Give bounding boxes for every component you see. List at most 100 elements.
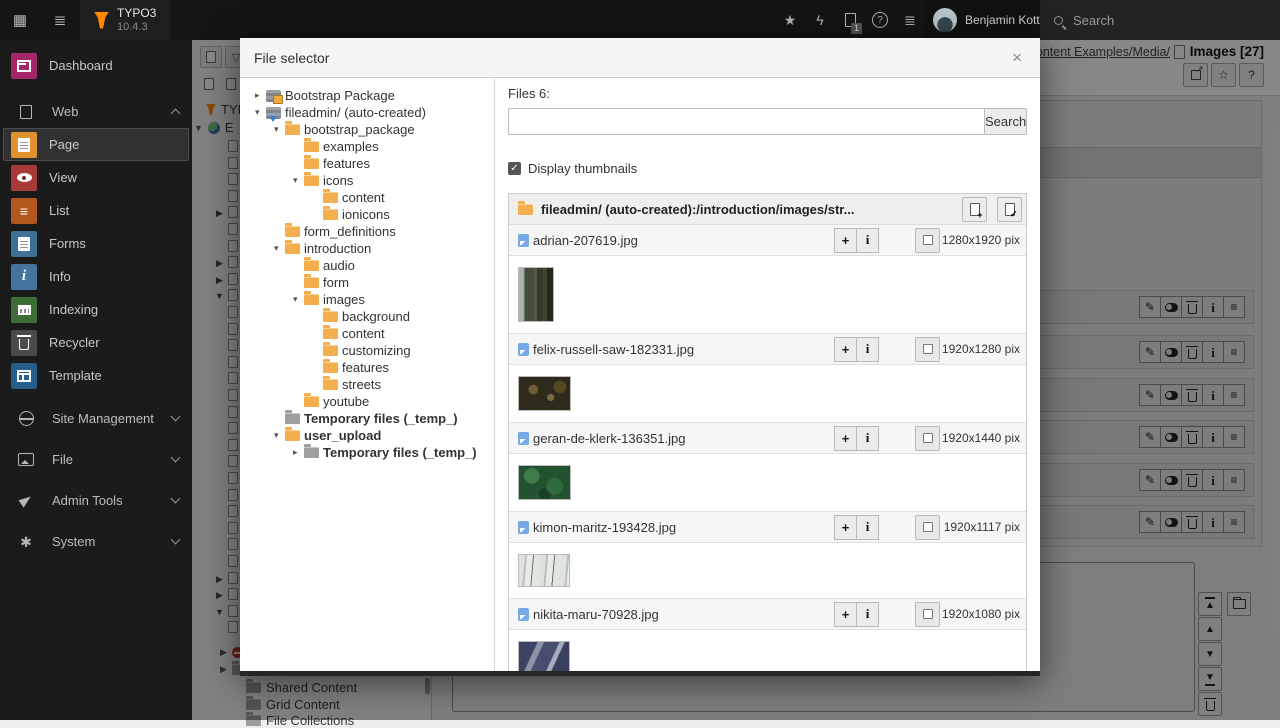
display-thumbnails-checkbox[interactable]: ✓: [508, 162, 521, 175]
add-file-button[interactable]: +: [834, 336, 857, 362]
file-name[interactable]: geran-de-klerk-136351.jpg: [533, 431, 835, 446]
close-button[interactable]: ×: [1008, 47, 1026, 68]
file-info-button[interactable]: i: [856, 514, 879, 540]
tree-item[interactable]: ▾ images: [255, 291, 490, 308]
file-thumbnail[interactable]: [518, 641, 570, 671]
file-name[interactable]: adrian-207619.jpg: [533, 233, 835, 248]
tree-item-label: examples: [323, 139, 379, 154]
caret-down-icon[interactable]: ▾: [293, 294, 304, 305]
caret-down-icon[interactable]: ▾: [274, 243, 285, 254]
file-thumbnail[interactable]: [518, 554, 570, 587]
file-thumbnail[interactable]: [518, 267, 554, 322]
sidebar-item-info[interactable]: i Info: [3, 260, 189, 293]
file-select-checkbox[interactable]: [915, 601, 940, 627]
sidebar-item-forms[interactable]: Forms: [3, 227, 189, 260]
tree-item[interactable]: ▾ introduction: [255, 240, 490, 257]
caret-down-icon[interactable]: ▾: [255, 107, 266, 118]
tree-item[interactable]: ▾ user_upload: [255, 427, 490, 444]
tree-item[interactable]: form_definitions: [255, 223, 490, 240]
file-select-checkbox[interactable]: [915, 336, 940, 362]
sidebar-item-recycler[interactable]: Recycler: [3, 326, 189, 359]
caret-down-icon[interactable]: ▾: [274, 430, 285, 441]
file-select-checkbox[interactable]: [915, 227, 940, 253]
tree-item[interactable]: ▾ icons: [255, 172, 490, 189]
sidebar-item-page[interactable]: Page: [3, 128, 189, 161]
tree-item[interactable]: form: [255, 274, 490, 291]
sidebar-section-file[interactable]: File: [0, 443, 192, 476]
checkbox-icon: [922, 609, 933, 619]
user-menu[interactable]: Benjamin Kott: [925, 0, 1040, 40]
tree-item[interactable]: examples: [255, 138, 490, 155]
file-info-button[interactable]: i: [856, 425, 879, 451]
sidebar-item-template[interactable]: Template: [3, 359, 189, 392]
file-thumbnail[interactable]: [518, 376, 571, 411]
image-icon: [13, 453, 39, 466]
sidebar-section-site-management[interactable]: Site Management: [0, 402, 192, 435]
search-button[interactable]: Search: [985, 108, 1027, 135]
file-info-button[interactable]: i: [856, 227, 879, 253]
folder-icon: [323, 359, 338, 373]
add-file-button[interactable]: +: [834, 601, 857, 627]
folder-icon: [304, 444, 319, 458]
bookmark-button[interactable]: ★: [775, 0, 805, 40]
sidebar-item-label: Info: [49, 269, 71, 284]
sidebar-section-admin-tools[interactable]: Admin Tools: [0, 484, 192, 517]
file-info-button[interactable]: i: [856, 336, 879, 362]
file-name[interactable]: nikita-maru-70928.jpg: [533, 607, 835, 622]
help-button[interactable]: ?: [865, 0, 895, 40]
import-selection-button[interactable]: [962, 196, 987, 222]
file-name[interactable]: felix-russell-saw-182331.jpg: [533, 342, 835, 357]
tree-item[interactable]: ▸ Bootstrap Package: [255, 87, 490, 104]
file-select-checkbox[interactable]: [915, 514, 940, 540]
folder-icon: [285, 121, 300, 135]
checkbox-icon: [922, 344, 933, 354]
tree-item[interactable]: features: [255, 155, 490, 172]
tree-item[interactable]: youtube: [255, 393, 490, 410]
tree-item[interactable]: content: [255, 189, 490, 206]
tree-item-label: customizing: [342, 343, 411, 358]
file-row-felix: felix-russell-saw-182331.jpg + i 1920x1280 …: [509, 334, 1026, 365]
tree-item[interactable]: features: [255, 359, 490, 376]
tree-item[interactable]: audio: [255, 257, 490, 274]
tree-item[interactable]: ▾ fileadmin/ (auto-created): [255, 104, 490, 122]
module-menu-toggle-button[interactable]: ▦: [0, 0, 40, 40]
tree-item[interactable]: customizing: [255, 342, 490, 359]
caret-right-icon[interactable]: ▸: [293, 447, 304, 458]
sidebar-item-list[interactable]: ≡ List: [3, 194, 189, 227]
add-file-button[interactable]: +: [834, 514, 857, 540]
clear-cache-button[interactable]: ϟ: [805, 0, 835, 40]
sidebar-item-label: Forms: [49, 236, 86, 251]
sidebar-item-dashboard[interactable]: Dashboard: [3, 49, 189, 82]
caret-down-icon[interactable]: ▾: [274, 124, 285, 135]
system-information-button[interactable]: ≣: [895, 0, 925, 40]
file-info-button[interactable]: i: [856, 601, 879, 627]
tree-item[interactable]: ▸ Temporary files (_temp_): [255, 444, 490, 461]
tree-item[interactable]: background: [255, 308, 490, 325]
tree-item[interactable]: ionicons: [255, 206, 490, 223]
tree-item[interactable]: content: [255, 325, 490, 342]
caret-down-icon[interactable]: ▾: [293, 175, 304, 186]
sidebar-section-web[interactable]: Web: [0, 95, 192, 128]
web-section-icon: [13, 104, 39, 119]
toggle-selection-button[interactable]: [997, 196, 1022, 222]
page-icon: [11, 131, 37, 158]
add-file-button[interactable]: +: [834, 227, 857, 253]
sidebar-section-system[interactable]: ✱ System: [0, 525, 192, 558]
tree-item[interactable]: Temporary files (_temp_): [255, 410, 490, 427]
topbar-search[interactable]: Search: [1040, 0, 1280, 40]
file-thumbnail[interactable]: [518, 465, 571, 500]
opened-documents-button[interactable]: 1: [835, 0, 865, 40]
help-icon: ?: [872, 12, 888, 28]
typo3-brand: TYPO3 10.4.3: [80, 0, 171, 40]
tree-item-label: Temporary files (_temp_): [304, 411, 458, 426]
sidebar-item-view[interactable]: View: [3, 161, 189, 194]
file-select-checkbox[interactable]: [915, 425, 940, 451]
caret-right-icon[interactable]: ▸: [255, 90, 266, 101]
file-name[interactable]: kimon-maritz-193428.jpg: [533, 520, 835, 535]
file-search-input[interactable]: [508, 108, 985, 135]
tree-item[interactable]: ▾ bootstrap_package: [255, 121, 490, 138]
navigation-toggle-button[interactable]: ≣: [40, 0, 80, 40]
add-file-button[interactable]: +: [834, 425, 857, 451]
sidebar-item-indexing[interactable]: Indexing: [3, 293, 189, 326]
tree-item[interactable]: streets: [255, 376, 490, 393]
